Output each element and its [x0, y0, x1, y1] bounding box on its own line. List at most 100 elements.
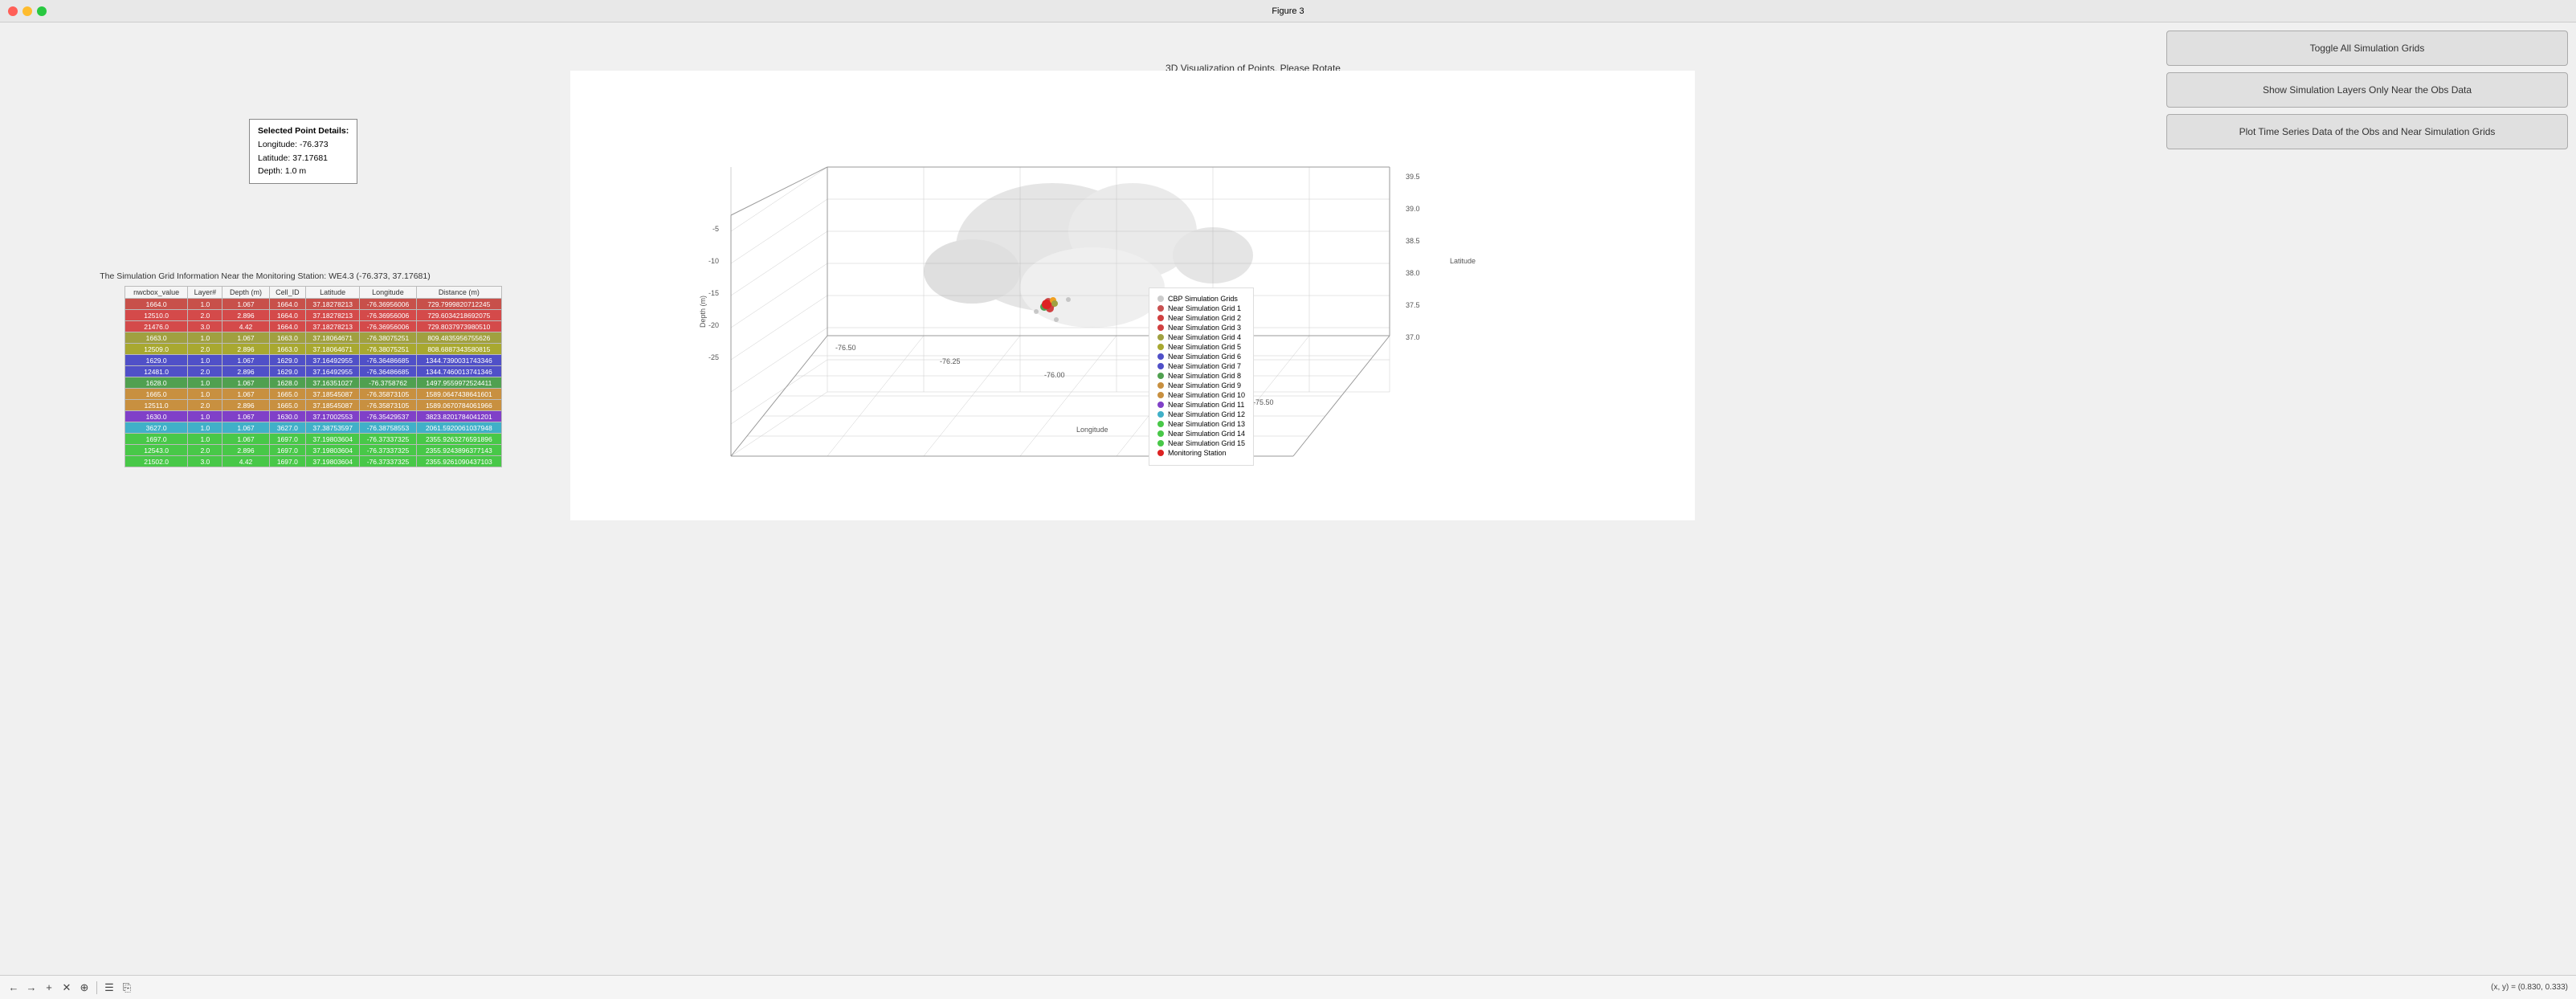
table-cell: -76.38758553 [360, 422, 416, 434]
table-cell: 2.896 [222, 400, 269, 411]
table-row: 12511.02.02.8961665.037.18545087-76.3587… [125, 400, 502, 411]
3d-visualization[interactable]: -5 -10 -15 -20 -25 Depth (m) 37.0 37.5 3… [570, 71, 1695, 520]
table-cell: 2.0 [188, 310, 222, 321]
table-cell: 1.0 [188, 422, 222, 434]
legend-label: Near Simulation Grid 7 [1168, 362, 1241, 370]
table-row: 12509.02.02.8961663.037.18064671-76.3807… [125, 344, 502, 355]
back-icon[interactable]: ← [6, 981, 21, 995]
table-cell: 1628.0 [269, 377, 306, 389]
legend-label: Near Simulation Grid 15 [1168, 439, 1245, 447]
legend-dot [1157, 324, 1164, 331]
minimize-button[interactable] [22, 6, 32, 16]
table-cell: 1.0 [188, 434, 222, 445]
show-layers-button[interactable]: Show Simulation Layers Only Near the Obs… [2166, 72, 2568, 108]
table-col-header: Longitude [360, 287, 416, 299]
zoom-icon[interactable]: ⊕ [77, 981, 92, 995]
table-col-header: Distance (m) [416, 287, 501, 299]
table-cell: -76.37337325 [360, 434, 416, 445]
legend-dot [1157, 334, 1164, 340]
svg-text:-76.50: -76.50 [835, 344, 856, 352]
table-cell: 1630.0 [269, 411, 306, 422]
close-icon[interactable]: ✕ [59, 981, 74, 995]
table-cell: 2.0 [188, 366, 222, 377]
svg-text:38.5: 38.5 [1406, 237, 1420, 245]
table-col-header: Depth (m) [222, 287, 269, 299]
legend-item: Near Simulation Grid 6 [1157, 353, 1245, 361]
legend-label: Near Simulation Grid 13 [1168, 420, 1245, 428]
legend-label: Near Simulation Grid 10 [1168, 391, 1245, 399]
legend-label: Near Simulation Grid 3 [1168, 324, 1241, 332]
table-cell: -76.38075251 [360, 344, 416, 355]
svg-text:Latitude: Latitude [1450, 257, 1476, 265]
table-cell: -76.35429537 [360, 411, 416, 422]
table-cell: 1664.0 [269, 310, 306, 321]
forward-icon[interactable]: → [24, 981, 39, 995]
table-cell: 37.19803604 [306, 445, 360, 456]
table-cell: 2.896 [222, 310, 269, 321]
close-button[interactable] [8, 6, 18, 16]
table-cell: 1344.7460013741346 [416, 366, 501, 377]
legend-dot [1157, 305, 1164, 312]
svg-text:-25: -25 [708, 353, 719, 361]
bottom-toolbar: ← → + ✕ ⊕ ☰ ⎘ (x, y) = (0.830, 0.333) [0, 975, 2576, 999]
table-cell: 1629.0 [269, 366, 306, 377]
table-row: 21476.03.04.421664.037.18278213-76.36956… [125, 321, 502, 332]
legend-label: Near Simulation Grid 2 [1168, 314, 1241, 322]
toolbar-separator [96, 981, 97, 994]
table-cell: -76.37337325 [360, 445, 416, 456]
table-cell: 21502.0 [125, 456, 188, 467]
table-cell: 1630.0 [125, 411, 188, 422]
table-cell: 2.0 [188, 400, 222, 411]
table-cell: -76.37337325 [360, 456, 416, 467]
table-cell: 1.0 [188, 355, 222, 366]
table-cell: 1.067 [222, 355, 269, 366]
simulation-grid-table: nwcbox_valueLayer#Depth (m)Cell_IDLatitu… [125, 286, 502, 467]
table-cell: 12481.0 [125, 366, 188, 377]
table-col-header: nwcbox_value [125, 287, 188, 299]
legend-item: Near Simulation Grid 14 [1157, 430, 1245, 438]
table-cell: -76.36486685 [360, 366, 416, 377]
window-controls[interactable] [8, 6, 47, 16]
table-cell: 1589.0670784061966 [416, 400, 501, 411]
buttons-panel: Toggle All Simulation Grids Show Simulat… [2166, 31, 2568, 149]
table-cell: 37.19803604 [306, 434, 360, 445]
table-col-header: Latitude [306, 287, 360, 299]
legend-label: Near Simulation Grid 8 [1168, 372, 1241, 380]
maximize-button[interactable] [37, 6, 47, 16]
table-cell: 1.0 [188, 332, 222, 344]
table-cell: 1664.0 [269, 299, 306, 310]
longitude-detail: Longitude: -76.373 [258, 138, 349, 152]
pan-icon[interactable]: + [42, 981, 56, 995]
table-cell: 1697.0 [269, 434, 306, 445]
legend-label: Near Simulation Grid 14 [1168, 430, 1245, 438]
table-col-header: Cell_ID [269, 287, 306, 299]
table-body: 1664.01.01.0671664.037.18278213-76.36956… [125, 299, 502, 467]
table-cell: 37.18278213 [306, 321, 360, 332]
table-cell: 1663.0 [269, 344, 306, 355]
table-cell: 729.6034218692075 [416, 310, 501, 321]
svg-text:-15: -15 [708, 289, 719, 297]
plot-time-series-button[interactable]: Plot Time Series Data of the Obs and Nea… [2166, 114, 2568, 149]
settings-icon[interactable]: ☰ [102, 981, 116, 995]
table-row: 12481.02.02.8961629.037.16492955-76.3648… [125, 366, 502, 377]
legend-dot [1157, 421, 1164, 427]
table-cell: -76.3758762 [360, 377, 416, 389]
table-cell: 37.16492955 [306, 355, 360, 366]
table-cell: 1.0 [188, 377, 222, 389]
legend-dot [1157, 373, 1164, 379]
table-row: 1697.01.01.0671697.037.19803604-76.37337… [125, 434, 502, 445]
legend-item: CBP Simulation Grids [1157, 295, 1245, 303]
table-cell: 1.067 [222, 389, 269, 400]
table-cell: 1628.0 [125, 377, 188, 389]
legend-item: Near Simulation Grid 12 [1157, 410, 1245, 418]
table-cell: -76.36956006 [360, 321, 416, 332]
table-col-header: Layer# [188, 287, 222, 299]
grid-info-title: The Simulation Grid Information Near the… [16, 271, 514, 281]
main-content: Selected Point Details: Longitude: -76.3… [0, 22, 2576, 975]
table-cell: 1.067 [222, 332, 269, 344]
save-icon[interactable]: ⎘ [120, 981, 134, 995]
toggle-grids-button[interactable]: Toggle All Simulation Grids [2166, 31, 2568, 66]
table-cell: 37.18064671 [306, 344, 360, 355]
table-cell: -76.36956006 [360, 299, 416, 310]
legend-dot [1157, 363, 1164, 369]
